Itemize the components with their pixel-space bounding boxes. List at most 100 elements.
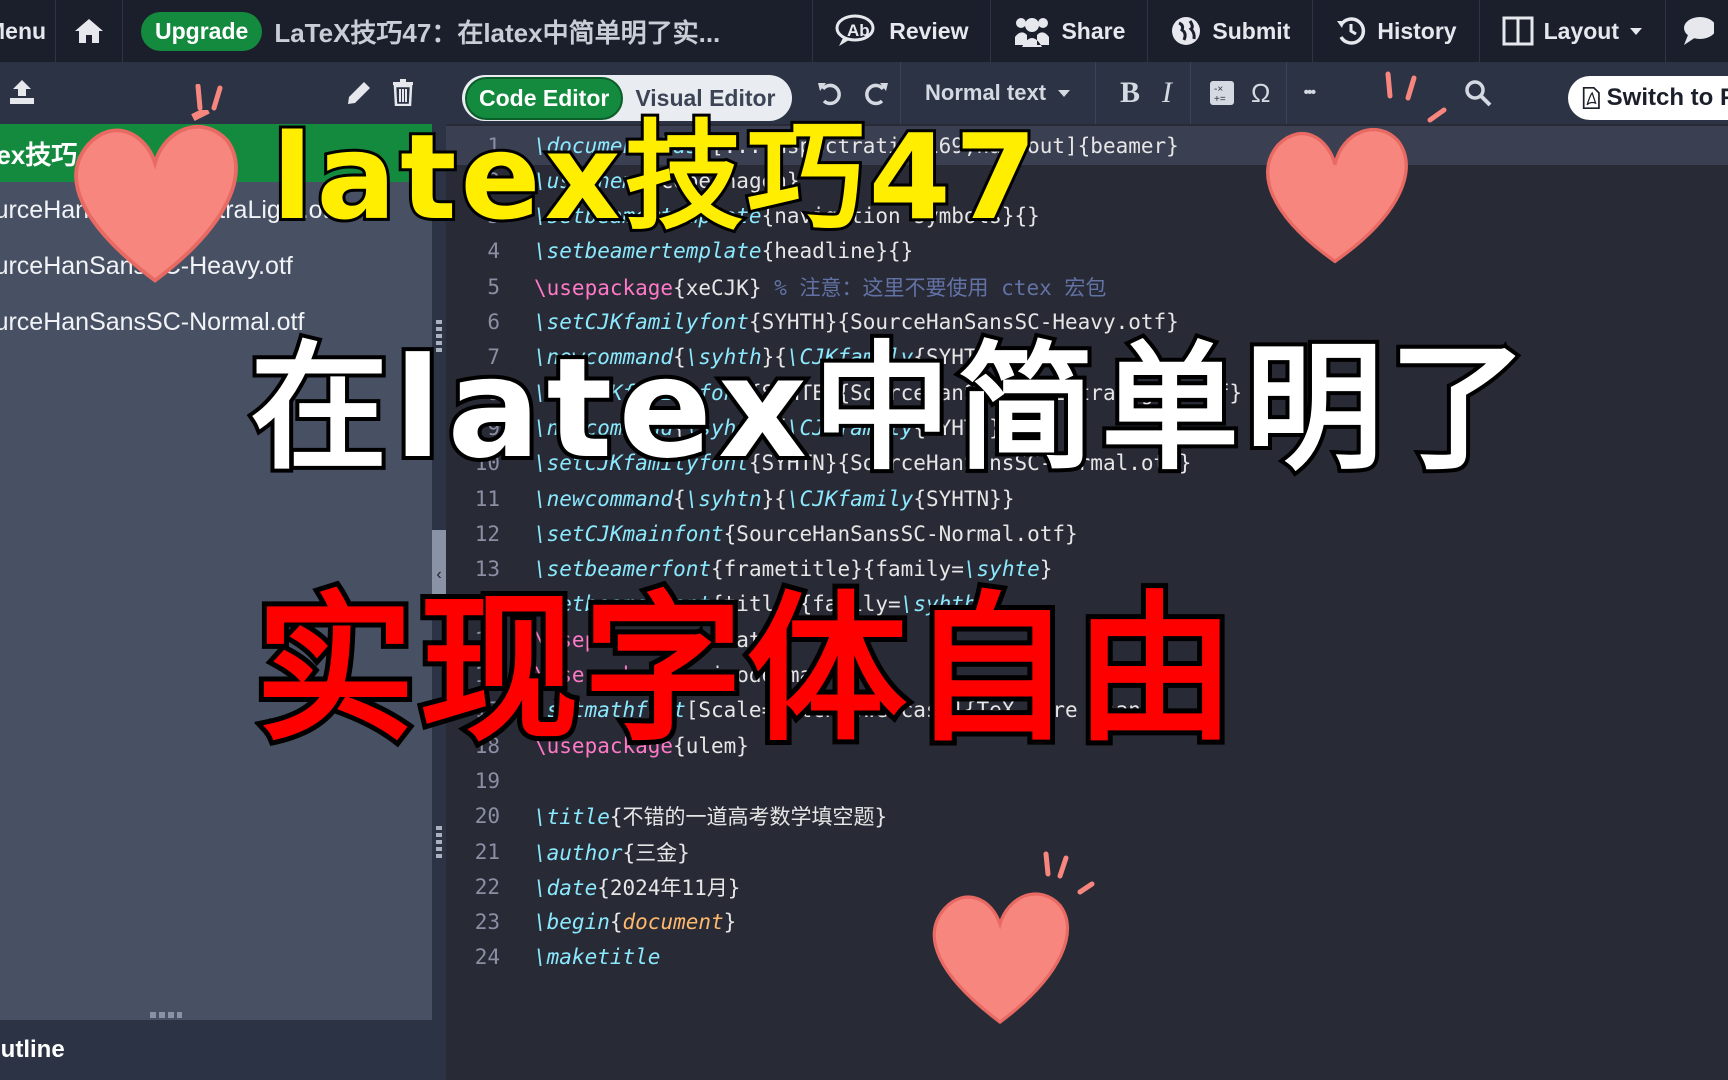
- code-line[interactable]: 9 \newcommand{\syhte}{\CJKfamily{SYHTE}}: [446, 408, 1728, 447]
- line-number: 10: [474, 451, 500, 476]
- chat-icon: [1684, 17, 1714, 45]
- menu-button[interactable]: Menu: [0, 18, 55, 45]
- collapse-file-tree-button[interactable]: ‹: [432, 530, 446, 620]
- redo-icon[interactable]: [862, 79, 890, 107]
- formatting-toolbar: Normal text B I -× += Ω •••: [800, 62, 1492, 124]
- resize-grip[interactable]: [150, 1012, 182, 1018]
- caret-down-icon: [1058, 90, 1070, 97]
- undo-icon[interactable]: [816, 79, 844, 107]
- line-number: 23: [474, 910, 500, 935]
- line-number: 20: [474, 804, 500, 829]
- file-item[interactable]: SourceHanSansSC-ExtraLight.otf: [0, 182, 432, 238]
- visual-editor-tab[interactable]: Visual Editor: [623, 85, 787, 112]
- line-number: 1: [487, 133, 500, 158]
- globe-icon: [1172, 17, 1201, 45]
- share-label: Share: [1061, 17, 1126, 44]
- project-title[interactable]: LaTeX技巧47：在latex中简单明了实...: [274, 13, 804, 50]
- code-text: \begin{document}: [534, 910, 737, 935]
- code-line[interactable]: 8 \setCJKfamilyfont{SYHTE}{SourceHanSansS…: [446, 373, 1728, 412]
- code-text: \setCJKfamilyfont{SYHTH}{SourceHanSansSC…: [534, 310, 1179, 334]
- code-text: \setbeamerfont{title}{family=\syhth}: [534, 592, 990, 617]
- code-line[interactable]: 3 \setbeamertemplate{navigation symbols}{…: [446, 197, 1728, 236]
- users-icon: [1015, 18, 1050, 47]
- line-number: 19: [474, 768, 500, 793]
- line-number: 15: [474, 627, 500, 652]
- file-name: SourceHanSansSC-Normal.otf: [0, 307, 305, 336]
- code-text: \setCJKmainfont{SourceHanSansSC-Normal.o…: [534, 521, 1078, 546]
- submit-label: Submit: [1212, 17, 1291, 44]
- line-number: 11: [474, 486, 500, 511]
- code-text: \documentclass[...,aspectratio=169,hando…: [534, 133, 1179, 158]
- switch-to-pdf-button[interactable]: Switch to PDF: [1568, 76, 1728, 120]
- app-root: Menu Upgrade LaTeX技巧47：在latex中简单明了实... A…: [0, 0, 1728, 1080]
- code-text: \usepackage{unicode-math}: [534, 663, 851, 687]
- bold-button[interactable]: B: [1120, 76, 1140, 110]
- code-text: \title{不错的一道高考数学填空题}: [534, 805, 888, 830]
- code-line[interactable]: 5 \usepackage{xeCJK} % 注意：这里不要使用 ctex 宏包: [446, 267, 1728, 306]
- text-style-select[interactable]: Normal text: [911, 80, 1071, 106]
- divider: [1095, 62, 1096, 124]
- code-editor[interactable]: 1 \documentclass[...,aspectratio=169,hand…: [446, 124, 1728, 1080]
- file-menu-icon[interactable]: [410, 134, 416, 162]
- code-line[interactable]: 19: [446, 761, 1728, 800]
- line-number: 8: [487, 380, 500, 405]
- review-button[interactable]: Ab Review: [812, 0, 990, 62]
- divider: [900, 62, 901, 124]
- code-text: \usetheme{Copenhagen}: [534, 168, 800, 193]
- code-line[interactable]: 4 \setbeamertemplate{headline}{}: [446, 232, 1728, 271]
- top-bar: Menu Upgrade LaTeX技巧47：在latex中简单明了实... A…: [0, 0, 1728, 62]
- line-number: 22: [474, 874, 500, 899]
- code-line[interactable]: 16 \usepackage{unicode-math}: [446, 656, 1728, 695]
- code-line[interactable]: 1 \documentclass[...,aspectratio=169,hand…: [446, 126, 1728, 165]
- submit-button[interactable]: Submit: [1147, 0, 1312, 62]
- search-icon[interactable]: [1464, 79, 1492, 107]
- code-text: \setCJKfamilyfont{SYHTE}{SourceHanSansSC…: [534, 380, 1243, 405]
- line-number: 18: [474, 733, 500, 758]
- code-line[interactable]: 13 \setbeamerfont{frametitle}{family=\syh…: [446, 550, 1728, 589]
- layout-button[interactable]: Layout: [1478, 0, 1665, 62]
- line-number: 2: [487, 168, 500, 193]
- pencil-icon[interactable]: [346, 80, 372, 106]
- code-line[interactable]: 20 \title{不错的一道高考数学填空题}: [446, 797, 1728, 836]
- chevron-left-icon: ‹: [436, 566, 442, 583]
- code-line[interactable]: 22 \date{2024年11月}: [446, 867, 1728, 906]
- file-outline-header[interactable]: File outline: [0, 1020, 432, 1080]
- code-line[interactable]: 6 \setCJKfamilyfont{SYHTH}{SourceHanSansS…: [446, 303, 1728, 342]
- line-number: 6: [487, 310, 500, 334]
- file-tree-toolbar: [0, 62, 440, 124]
- trash-icon[interactable]: [392, 78, 414, 106]
- code-line[interactable]: 7 \newcommand{\syhth}{\CJKfamily{SYHTH}}: [446, 338, 1728, 377]
- resize-grip[interactable]: [436, 320, 442, 352]
- history-button[interactable]: History: [1312, 0, 1478, 62]
- resize-grip[interactable]: [436, 826, 442, 858]
- code-line[interactable]: 18 \usepackage{ulem}: [446, 726, 1728, 765]
- code-editor-tab[interactable]: Code Editor: [465, 76, 624, 120]
- code-line[interactable]: 15 \usepackage{amsmath}: [446, 620, 1728, 659]
- math-icon[interactable]: -×+=: [1209, 80, 1235, 106]
- symbol-button[interactable]: Ω: [1251, 78, 1270, 109]
- upload-icon[interactable]: [8, 78, 36, 106]
- code-text: \author{三金}: [534, 840, 690, 865]
- share-button[interactable]: Share: [990, 0, 1147, 62]
- home-button[interactable]: [56, 0, 122, 62]
- italic-button[interactable]: I: [1162, 76, 1172, 110]
- chat-button[interactable]: [1665, 0, 1728, 62]
- code-line[interactable]: 17 \setmathfont[Scale=MatchLowercase]{TeX…: [446, 691, 1728, 730]
- code-line[interactable]: 10 \setCJKfamilyfont{SYHTN}{SourceHanSans…: [446, 444, 1728, 483]
- code-line[interactable]: 2 \usetheme{Copenhagen}: [446, 161, 1728, 200]
- code-line[interactable]: 23 \begin{document}: [446, 903, 1728, 942]
- upgrade-button[interactable]: Upgrade: [141, 11, 263, 51]
- code-line[interactable]: 12 \setCJKmainfont{SourceHanSansSC-Normal…: [446, 514, 1728, 553]
- history-icon: [1337, 17, 1366, 45]
- file-item[interactable]: SourceHanSansSC-Normal.otf: [0, 294, 432, 350]
- code-line[interactable]: 21 \author{三金}: [446, 832, 1728, 871]
- code-line[interactable]: 14 \setbeamerfont{title}{family=\syhth}: [446, 585, 1728, 624]
- code-line[interactable]: 11 \newcommand{\syhtn}{\CJKfamily{SYHTN}}: [446, 479, 1728, 518]
- code-text: \newcommand{\syhte}{\CJKfamily{SYHTE}}: [534, 415, 1015, 440]
- more-button[interactable]: •••: [1303, 84, 1316, 102]
- file-item[interactable]: SourceHanSansSC-Heavy.otf: [0, 238, 432, 294]
- code-line[interactable]: 24 \maketitle: [446, 938, 1728, 977]
- file-item-active[interactable]: latex技巧47.tex: [0, 124, 432, 182]
- line-number: 4: [487, 239, 500, 264]
- line-number: 13: [474, 557, 500, 582]
